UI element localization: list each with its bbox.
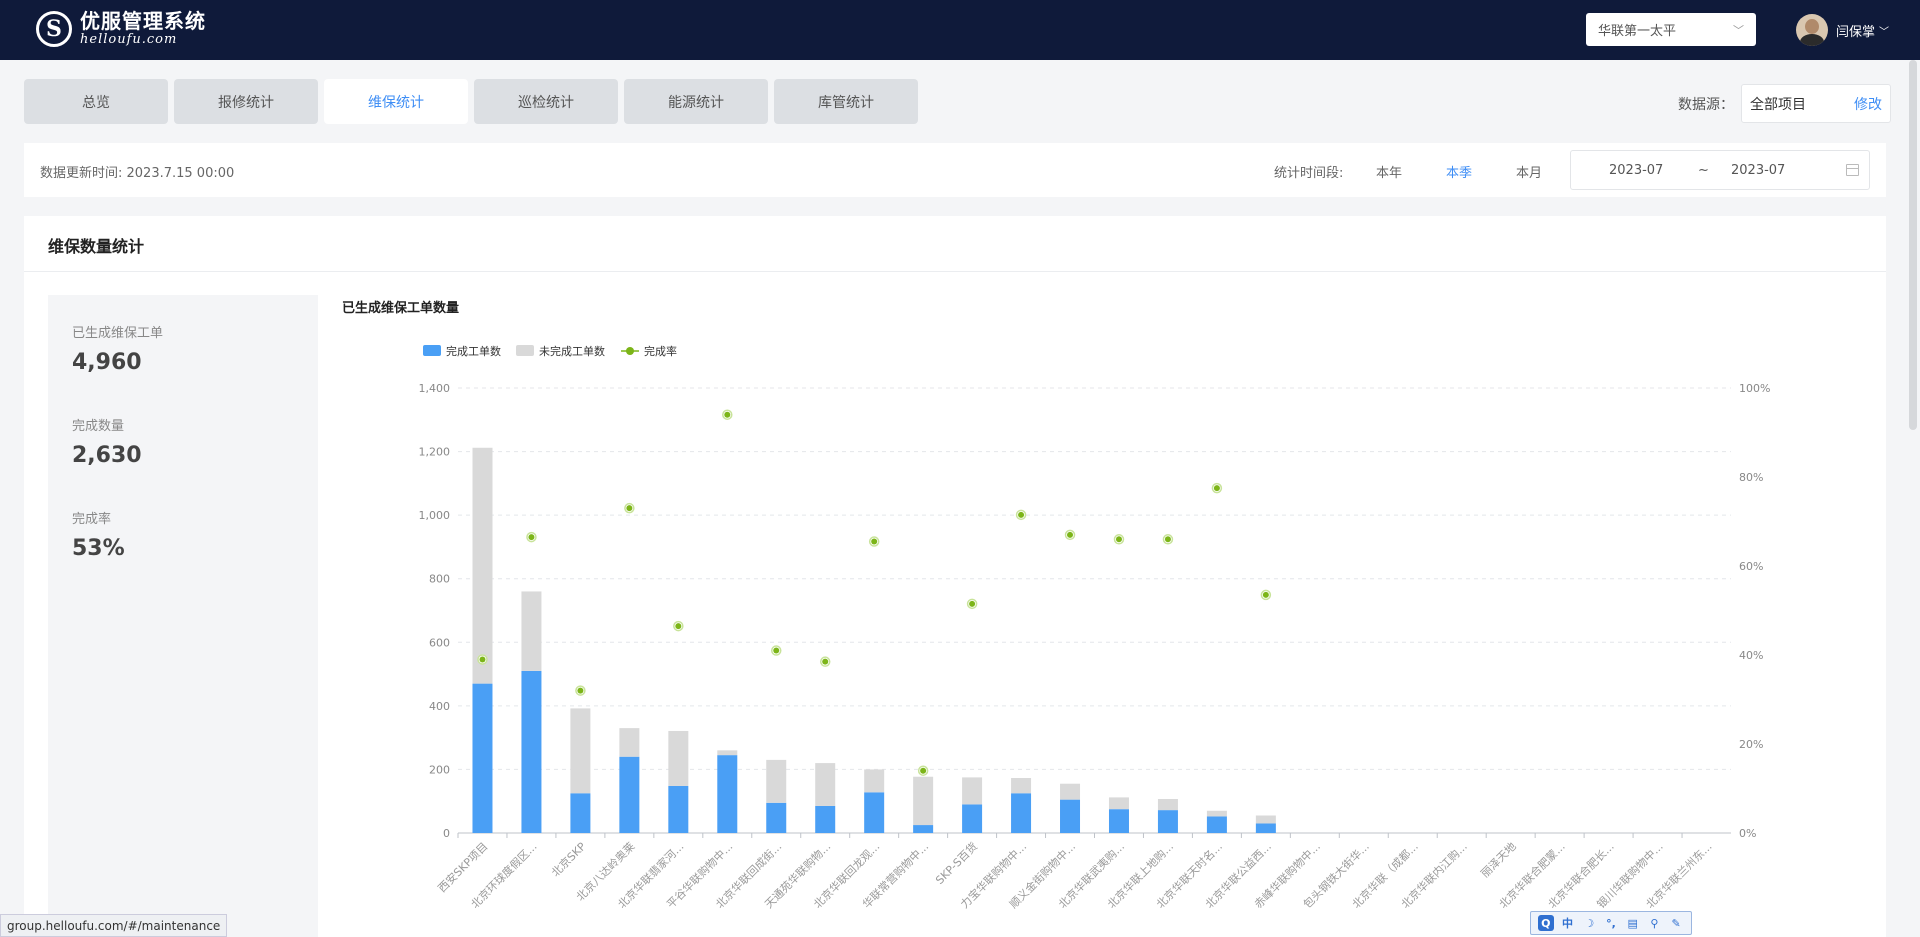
logo-text: 优服管理系统 helloufu.com bbox=[80, 10, 206, 48]
top-navbar: S 优服管理系统 helloufu.com 华联第一太平 ﹀ 闫保掌 ﹀ bbox=[0, 0, 1920, 60]
logo-subtitle: helloufu.com bbox=[80, 32, 178, 47]
ime-tools-icon[interactable]: ⚲ bbox=[1646, 915, 1662, 931]
stat-rate-label: 完成率 bbox=[72, 512, 112, 527]
data-source-box: 全部项目 修改 bbox=[1741, 84, 1891, 123]
period-label: 统计时间段: bbox=[1274, 166, 1344, 181]
data-source-label: 数据源： bbox=[1678, 97, 1734, 113]
ime-punct-icon[interactable]: °, bbox=[1603, 915, 1619, 931]
stat-completed-value: 2,630 bbox=[72, 443, 142, 468]
ime-keyboard-icon[interactable]: ▤ bbox=[1625, 915, 1641, 931]
avatar bbox=[1796, 14, 1828, 46]
app-logo[interactable]: S 优服管理系统 helloufu.com bbox=[36, 10, 206, 48]
chevron-down-icon: ﹀ bbox=[1879, 26, 1890, 38]
tab-energy-stats[interactable]: 能源统计 bbox=[624, 79, 768, 124]
period-option-year[interactable]: 本年 bbox=[1376, 162, 1402, 181]
info-bar: 数据更新时间: 2023.7.15 00:00 统计时间段: 本年 本季 本月 … bbox=[24, 143, 1886, 197]
calendar-icon[interactable] bbox=[1846, 164, 1859, 176]
update-time: 数据更新时间: 2023.7.15 00:00 bbox=[40, 166, 235, 181]
tab-inspection-stats[interactable]: 巡检统计 bbox=[474, 79, 618, 124]
tab-overview[interactable]: 总览 bbox=[24, 79, 168, 124]
ime-lang-icon[interactable]: 中 bbox=[1560, 915, 1576, 931]
card-title: 维保数量统计 bbox=[48, 237, 145, 256]
tab-maintenance-stats[interactable]: 维保统计 bbox=[324, 79, 468, 124]
ime-logo-icon[interactable]: Q bbox=[1537, 915, 1554, 931]
date-start[interactable]: 2023-07 bbox=[1609, 163, 1663, 178]
card-divider bbox=[24, 271, 1886, 272]
user-name: 闫保掌 bbox=[1836, 24, 1876, 40]
ime-settings-icon[interactable]: ✎ bbox=[1668, 915, 1684, 931]
tab-inventory-stats[interactable]: 库管统计 bbox=[774, 79, 918, 124]
period-option-quarter[interactable]: 本季 bbox=[1446, 162, 1472, 181]
stat-generated-value: 4,960 bbox=[72, 350, 142, 375]
chart-title: 已生成维保工单数量 bbox=[342, 301, 460, 316]
stat-generated-label: 已生成维保工单 bbox=[72, 326, 164, 341]
maintenance-count-card: 维保数量统计 已生成维保工单 4,960 完成数量 2,630 完成率 53% … bbox=[24, 216, 1886, 937]
status-url: group.helloufu.com/#/maintenance bbox=[0, 914, 228, 937]
stats-panel: 已生成维保工单 4,960 完成数量 2,630 完成率 53% bbox=[48, 295, 318, 937]
project-select-value: 华联第一太平 bbox=[1598, 24, 1677, 39]
ime-moon-icon[interactable]: ☽ bbox=[1581, 915, 1597, 931]
date-range-picker[interactable]: 2023-07 ~ 2023-07 bbox=[1570, 150, 1870, 190]
date-end[interactable]: 2023-07 bbox=[1731, 163, 1785, 178]
ime-toolbar[interactable]: Q 中 ☽ °, ▤ ⚲ ✎ bbox=[1530, 911, 1692, 935]
user-menu[interactable]: 闫保掌 ﹀ bbox=[1796, 14, 1889, 46]
stat-rate-value: 53% bbox=[72, 536, 125, 561]
chevron-down-icon: ﹀ bbox=[1733, 23, 1744, 37]
date-separator: ~ bbox=[1698, 163, 1709, 178]
page-scrollbar[interactable] bbox=[1909, 60, 1917, 430]
period-option-month[interactable]: 本月 bbox=[1516, 162, 1542, 181]
stat-completed-label: 完成数量 bbox=[72, 419, 125, 434]
logo-title: 优服管理系统 bbox=[80, 9, 206, 33]
data-source-edit-link[interactable]: 修改 bbox=[1854, 94, 1882, 114]
project-select[interactable]: 华联第一太平 ﹀ bbox=[1586, 13, 1756, 46]
tab-repair-stats[interactable]: 报修统计 bbox=[174, 79, 318, 124]
logo-icon: S bbox=[36, 11, 72, 47]
data-source-value: 全部项目 bbox=[1750, 96, 1806, 113]
